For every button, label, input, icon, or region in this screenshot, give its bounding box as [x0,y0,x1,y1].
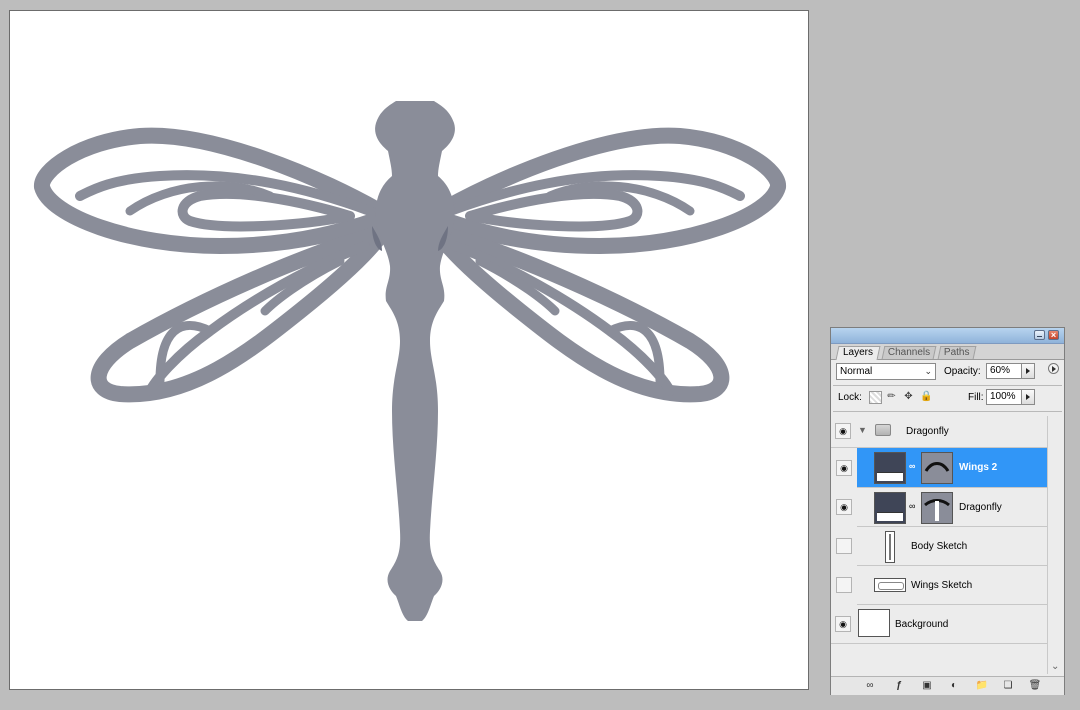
lock-transparent-icon[interactable] [869,391,882,404]
layers-panel: × Layers Channels Paths Normal ⌄ Opacity… [830,327,1065,695]
expand-triangle-icon[interactable]: ▼ [858,425,867,435]
link-chain-icon[interactable]: ∞ [909,501,915,511]
adjustment-layer-icon[interactable]: ◐ [947,680,961,692]
layer-row-background[interactable]: ◉ Background [831,605,1047,644]
fill-value: 100% [990,391,1016,402]
layer-row-body-sketch[interactable]: Body Sketch [857,527,1047,566]
link-chain-icon[interactable]: ∞ [909,461,915,471]
layer-thumbnail [885,531,895,563]
visibility-eye-icon[interactable]: ◉ [836,460,852,476]
layer-list-scrollbar[interactable]: ⌄ [1047,416,1064,674]
dragonfly-artwork [34,101,786,621]
lock-move-icon[interactable]: ✥ [903,391,914,402]
close-icon[interactable]: × [1048,330,1059,340]
layer-row-wings-2[interactable]: ∞ Wings 2 [857,448,1047,488]
panel-titlebar[interactable]: × [831,328,1064,344]
layer-row-group-dragonfly[interactable]: ◉ ▼ Dragonfly [831,415,1047,448]
new-group-icon[interactable]: 📁 [975,680,989,692]
layer-mask-thumbnail[interactable] [921,452,953,484]
minimize-icon[interactable] [1034,330,1045,340]
layer-name: Dragonfly [906,426,949,437]
layer-row-wings-sketch[interactable]: Wings Sketch [857,566,1047,605]
visibility-eye-icon[interactable]: ◉ [835,423,851,439]
layer-thumbnail [874,578,906,592]
layer-name: Background [895,619,949,630]
tab-paths[interactable]: Paths [937,346,977,359]
lower-right-wing [430,225,730,403]
add-mask-icon[interactable]: ▣ [920,680,934,692]
lock-brush-icon[interactable]: ✏ [886,391,897,402]
lower-left-wing [90,225,390,403]
layer-fill-thumbnail [874,452,906,484]
scroll-down-icon[interactable]: ⌄ [1051,661,1059,672]
opacity-value: 60% [990,365,1011,376]
delete-layer-icon[interactable]: 🗑 [1028,680,1042,692]
visibility-toggle[interactable] [836,538,852,554]
fill-slider-button[interactable] [1021,389,1035,405]
layer-name: Wings 2 [959,462,998,473]
document-canvas[interactable] [9,10,809,690]
layer-style-icon[interactable]: ƒ [892,680,906,692]
visibility-eye-icon[interactable]: ◉ [835,616,851,632]
layer-name: Wings Sketch [911,580,973,591]
layer-name: Body Sketch [911,541,968,552]
lock-all-icon[interactable]: 🔒 [920,391,932,402]
lock-label: Lock: [838,392,862,403]
layer-mask-thumbnail[interactable] [921,492,953,524]
dragonfly-body [375,101,455,621]
visibility-toggle[interactable] [836,577,852,593]
opacity-label: Opacity: [944,366,981,377]
upper-left-wing [34,127,396,254]
layer-fill-thumbnail [874,492,906,524]
folder-icon [875,424,891,436]
link-layers-icon[interactable]: ∞ [863,680,877,692]
panel-tabs: Layers Channels Paths [831,344,1064,374]
layer-thumbnail [858,609,890,637]
upper-right-wing [424,127,786,254]
tab-channels[interactable]: Channels [881,346,937,359]
panel-menu-icon[interactable] [1048,363,1059,374]
visibility-eye-icon[interactable]: ◉ [836,499,852,515]
chevron-down-icon: ⌄ [924,366,932,376]
layers-bottom-toolbar: ∞ ƒ ▣ ◐ 📁 ❏ 🗑 [831,676,1064,695]
divider [833,385,1062,386]
blend-mode-value: Normal [840,366,873,377]
new-layer-icon[interactable]: ❏ [1001,680,1015,692]
layer-name: Dragonfly [959,502,1002,513]
opacity-slider-button[interactable] [1021,363,1035,379]
fill-label: Fill: [968,392,984,403]
layer-row-dragonfly[interactable]: ∞ Dragonfly [857,488,1047,527]
divider [833,411,1062,412]
blend-mode-select[interactable]: Normal ⌄ [836,363,936,380]
tab-layers[interactable]: Layers [835,346,881,360]
